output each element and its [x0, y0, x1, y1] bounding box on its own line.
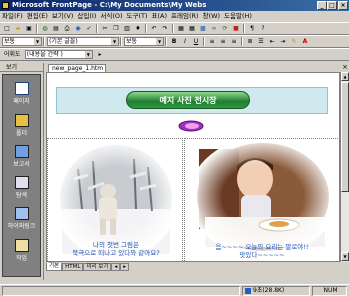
menu-window[interactable]: 창(W) — [201, 11, 222, 22]
document-tab[interactable]: new_page_1.htm — [48, 64, 106, 72]
frontpage-app-icon[interactable] — [2, 2, 9, 9]
tab-html[interactable]: HTML — [62, 263, 84, 271]
font-select[interactable]: (기본 글꼴) ▼ — [47, 37, 119, 46]
format-painter-icon[interactable]: ♦ — [133, 24, 143, 33]
dhtml-apply-icon[interactable]: ▸ — [95, 50, 105, 59]
views-item-hyperlinks[interactable]: 하이퍼링크 — [3, 207, 40, 230]
dhtml-label: 어휘도 — [4, 51, 21, 58]
scroll-down-icon[interactable]: ▼ — [341, 252, 349, 261]
show-all-icon[interactable]: ¶ — [247, 24, 257, 33]
cut-icon[interactable]: ✂ — [100, 24, 110, 33]
banner-title: 예지 사진 전시장 — [126, 91, 250, 109]
page-canvas[interactable]: 예지 사진 전시장 나의 첫번 그림은 북극으로 떠나고 있다와 같아요? 음~… — [46, 72, 340, 262]
hyperlinks-view-icon — [14, 207, 29, 220]
status-message — [2, 286, 240, 296]
save-icon[interactable]: ▣ — [24, 24, 34, 33]
tab-scroll-left-icon[interactable]: ◂ — [111, 263, 121, 271]
views-item-page[interactable]: 페이지 — [3, 82, 40, 105]
folder-list-icon[interactable]: ▤ — [51, 24, 61, 33]
align-left-icon[interactable]: ≡ — [207, 37, 217, 46]
menu-view[interactable]: 보기(V) — [50, 11, 75, 22]
title-bar: Microsoft FrontPage - C:\My Documents\My… — [0, 0, 349, 11]
page-view-tabs: 기본 HTML 미리 보기 ◂ ▸ — [46, 262, 349, 272]
menu-help[interactable]: 도움말(H) — [222, 11, 254, 22]
paragraph-style-select[interactable]: 보통 ▼ — [2, 37, 42, 46]
tasks-view-icon — [14, 239, 29, 252]
menu-format[interactable]: 서식(O) — [98, 11, 124, 22]
stop-icon[interactable]: ■ — [231, 24, 241, 33]
right-photo-caption: 음~~~~ 오늘의 요리는 말로야!! 맛있다~~~~~ — [215, 243, 309, 259]
standard-toolbar: □ ▰ ▣ ◍ ▤ ⎙ ◉ ✓ ✂ ❐ ▥ ♦ ↶ ↷ ▦ ▦ ▩ ∞ ⟳ ■ ¶? — [0, 22, 349, 35]
scroll-up-icon[interactable]: ▲ — [341, 72, 349, 81]
align-right-icon[interactable]: ≡ — [229, 37, 239, 46]
editor-pane: new_page_1.htm × 예지 사진 전시장 나의 첫번 그림은 북극으… — [46, 63, 349, 280]
num-lock-indicator: NUM — [312, 286, 347, 296]
views-item-tasks[interactable]: 작업 — [3, 239, 40, 262]
dhtml-event-select[interactable]: (내용을 간략 ) ▼ — [24, 50, 93, 59]
insert-picture-icon[interactable]: ▩ — [198, 24, 208, 33]
new-page-icon[interactable]: □ — [2, 24, 12, 33]
formatting-toolbar: 보통 ▼ (기본 글꼴) ▼ 보통 ▼ B I U ≡ ≡ ≡ ≣ ☰ ⇤ ⇥ ✎ A — [0, 35, 349, 48]
web-logo-icon — [178, 120, 204, 132]
menu-frames[interactable]: 프레임(R) — [169, 11, 201, 22]
font-color-icon[interactable]: A — [300, 37, 310, 46]
menu-tools[interactable]: 도구(T) — [125, 11, 150, 22]
download-time-icon — [245, 287, 251, 294]
views-list: 페이지 폴더 보고서 탐색 하이퍼링크 작업 — [2, 74, 41, 277]
window-title: Microsoft FrontPage - C:\My Documents\My… — [12, 1, 207, 9]
align-center-icon[interactable]: ≡ — [218, 37, 228, 46]
left-photo-caption: 나의 첫번 그림은 북극으로 떠나고 있다와 같아요? — [72, 241, 160, 257]
numbering-icon[interactable]: ≣ — [245, 37, 255, 46]
paste-icon[interactable]: ▥ — [122, 24, 132, 33]
vertical-scrollbar[interactable]: ▲ ▼ — [340, 72, 349, 262]
views-header: 보기 — [0, 63, 43, 72]
views-item-folders[interactable]: 폴더 — [3, 114, 40, 137]
help-icon[interactable]: ? — [258, 24, 268, 33]
scroll-thumb[interactable] — [341, 82, 349, 192]
close-button[interactable]: × — [338, 1, 348, 10]
bold-icon[interactable]: B — [169, 37, 179, 46]
dhtml-effects-toolbar: 어휘도 (내용을 간략 ) ▼ ▸ — [0, 48, 349, 61]
menu-insert[interactable]: 삽입(I) — [75, 11, 98, 22]
document-tab-strip: new_page_1.htm × — [46, 63, 349, 72]
publish-web-icon[interactable]: ◍ — [40, 24, 50, 33]
views-item-navigation[interactable]: 탐색 — [3, 176, 40, 199]
tab-preview[interactable]: 미리 보기 — [83, 263, 112, 271]
decrease-indent-icon[interactable]: ⇤ — [267, 37, 277, 46]
redo-icon[interactable]: ↷ — [160, 24, 170, 33]
increase-indent-icon[interactable]: ⇥ — [278, 37, 288, 46]
open-folder-icon[interactable]: ▰ — [13, 24, 23, 33]
download-time: 9초(28.8K) — [242, 286, 310, 296]
views-bar: 보기 페이지 폴더 보고서 탐색 하이퍼링크 작업 — [0, 63, 44, 280]
bullets-icon[interactable]: ☰ — [256, 37, 266, 46]
menu-bar: 파일(F) 편집(E) 보기(V) 삽입(I) 서식(O) 도구(T) 표(A) 프레임(R)… — [0, 11, 349, 22]
preview-in-browser-icon[interactable]: ◉ — [73, 24, 83, 33]
copy-icon[interactable]: ❐ — [111, 24, 121, 33]
navigation-view-icon — [14, 176, 29, 189]
views-item-reports[interactable]: 보고서 — [3, 145, 40, 168]
undo-icon[interactable]: ↶ — [149, 24, 159, 33]
refresh-icon[interactable]: ⟳ — [220, 24, 230, 33]
menu-table[interactable]: 표(A) — [150, 11, 170, 22]
reports-view-icon — [14, 145, 29, 158]
insert-table-icon[interactable]: ▦ — [187, 24, 197, 33]
menu-edit[interactable]: 편집(E) — [25, 11, 50, 22]
page-view-icon — [14, 82, 29, 95]
menu-file[interactable]: 파일(F) — [0, 11, 25, 22]
highlight-icon[interactable]: ✎ — [289, 37, 299, 46]
font-size-select[interactable]: 보통 ▼ — [124, 37, 164, 46]
tab-normal[interactable]: 기본 — [46, 263, 63, 271]
spelling-icon[interactable]: ✓ — [84, 24, 94, 33]
folders-view-icon — [14, 114, 29, 127]
hyperlink-icon[interactable]: ∞ — [209, 24, 219, 33]
tab-scroll-right-icon[interactable]: ▸ — [120, 263, 129, 271]
insert-component-icon[interactable]: ▦ — [176, 24, 186, 33]
maximize-button[interactable]: □ — [327, 1, 337, 10]
close-document-icon[interactable]: × — [342, 63, 348, 72]
minimize-button[interactable]: _ — [317, 1, 327, 10]
print-icon[interactable]: ⎙ — [62, 24, 72, 33]
italic-icon[interactable]: I — [180, 37, 190, 46]
status-bar: 9초(28.8K) NUM — [0, 284, 349, 296]
underline-icon[interactable]: U — [191, 37, 201, 46]
